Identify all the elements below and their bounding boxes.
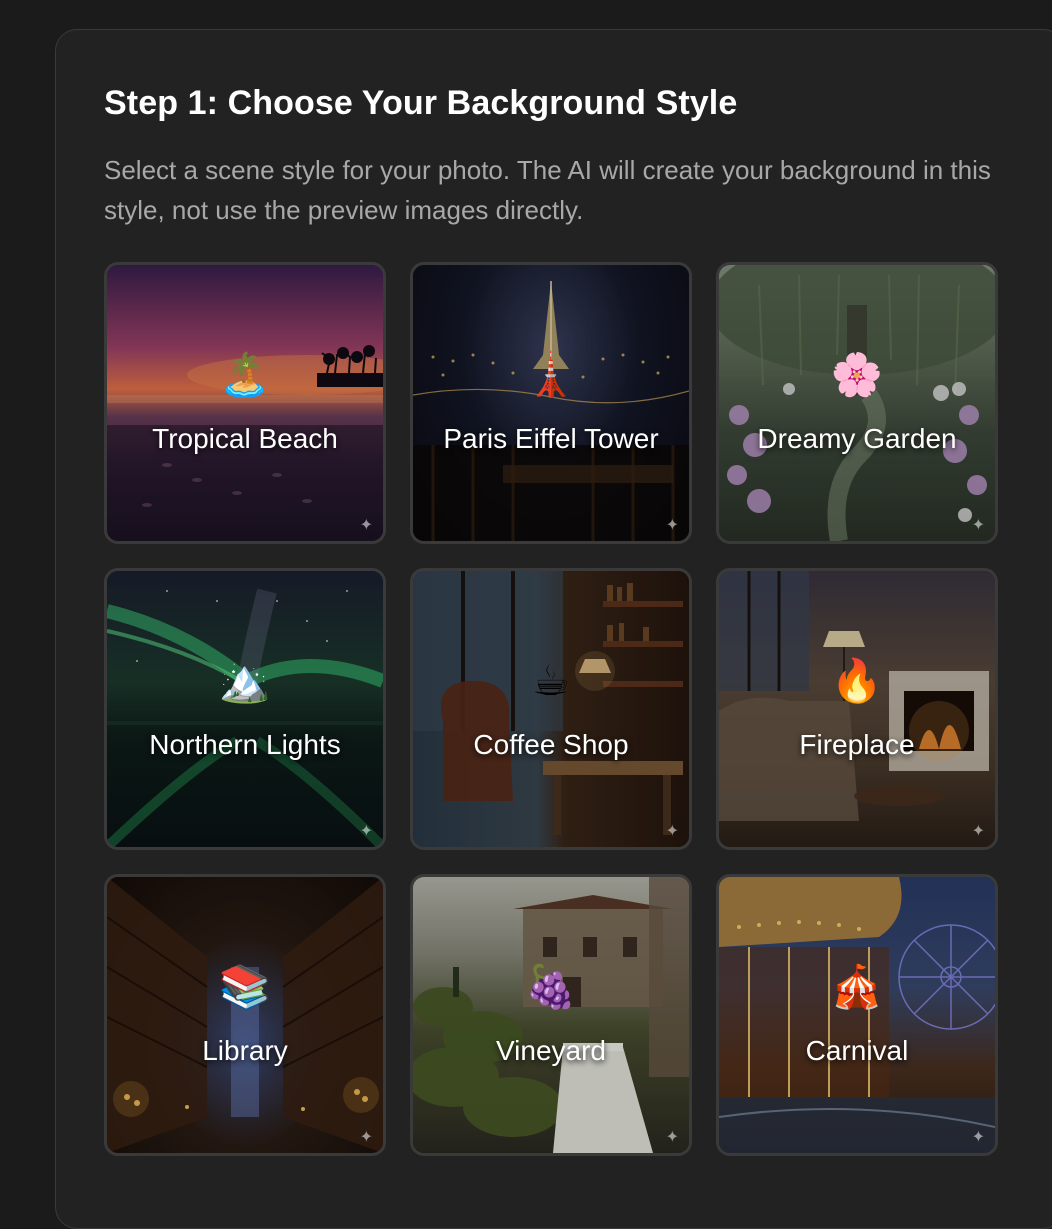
style-card-label: Paris Eiffel Tower xyxy=(443,423,659,454)
style-card-label: Fireplace xyxy=(799,729,915,760)
sparkle-icon: ✦ xyxy=(971,823,985,840)
style-grid: 🏝️ Tropical Beach ✦ 🗼 Paris Eiffel Tower… xyxy=(104,262,998,1156)
sparkle-icon: ✦ xyxy=(665,517,679,534)
blossom-icon: 🌸 xyxy=(830,351,884,398)
fire-icon: 🔥 xyxy=(830,657,884,704)
style-card-label: Carnival xyxy=(805,1035,909,1066)
tower-icon: 🗼 xyxy=(524,351,578,398)
sparkle-icon: ✦ xyxy=(971,1129,985,1146)
style-card-label: Library xyxy=(202,1035,288,1066)
step-title: Step 1: Choose Your Background Style xyxy=(104,84,738,122)
style-card-label: Tropical Beach xyxy=(152,423,338,454)
sparkle-icon: ✦ xyxy=(359,517,373,534)
island-icon: 🏝️ xyxy=(218,351,272,398)
style-card-vineyard[interactable]: 🍇 Vineyard ✦ xyxy=(410,874,692,1156)
style-card-tropical-beach[interactable]: 🏝️ Tropical Beach ✦ xyxy=(104,262,386,544)
sparkle-icon: ✦ xyxy=(665,823,679,840)
style-card-label: Northern Lights xyxy=(149,729,341,760)
card-overlay xyxy=(107,571,383,847)
card-overlay xyxy=(107,265,383,541)
card-overlay xyxy=(413,571,689,847)
sparkle-icon: ✦ xyxy=(359,823,373,840)
step-description: Select a scene style for your photo. The… xyxy=(104,155,991,225)
style-card-label: Vineyard xyxy=(495,1035,606,1066)
card-overlay xyxy=(719,571,995,847)
style-card-fireplace[interactable]: 🔥 Fireplace ✦ xyxy=(716,568,998,850)
style-card-coffee-shop[interactable]: ☕ Coffee Shop ✦ xyxy=(410,568,692,850)
books-icon: 📚 xyxy=(218,963,272,1010)
card-overlay xyxy=(413,265,689,541)
card-overlay xyxy=(413,877,689,1153)
mountain-icon: 🏔️ xyxy=(218,657,272,704)
style-card-library[interactable]: 📚 Library ✦ xyxy=(104,874,386,1156)
style-card-carnival[interactable]: 🎪 Carnival ✦ xyxy=(716,874,998,1156)
grapes-icon: 🍇 xyxy=(524,963,578,1010)
style-card-label: Dreamy Garden xyxy=(757,423,957,454)
style-card-dreamy-garden[interactable]: 🌸 Dreamy Garden ✦ xyxy=(716,262,998,544)
sparkle-icon: ✦ xyxy=(359,1129,373,1146)
style-card-northern-lights[interactable]: 🏔️ Northern Lights ✦ xyxy=(104,568,386,850)
style-card-paris-eiffel-tower[interactable]: 🗼 Paris Eiffel Tower ✦ xyxy=(410,262,692,544)
card-overlay xyxy=(719,877,995,1153)
coffee-icon: ☕ xyxy=(532,657,570,704)
sparkle-icon: ✦ xyxy=(971,517,985,534)
card-overlay xyxy=(107,877,383,1153)
circus-tent-icon: 🎪 xyxy=(830,963,884,1010)
style-card-label: Coffee Shop xyxy=(473,729,629,760)
card-overlay xyxy=(719,265,995,541)
sparkle-icon: ✦ xyxy=(665,1129,679,1146)
